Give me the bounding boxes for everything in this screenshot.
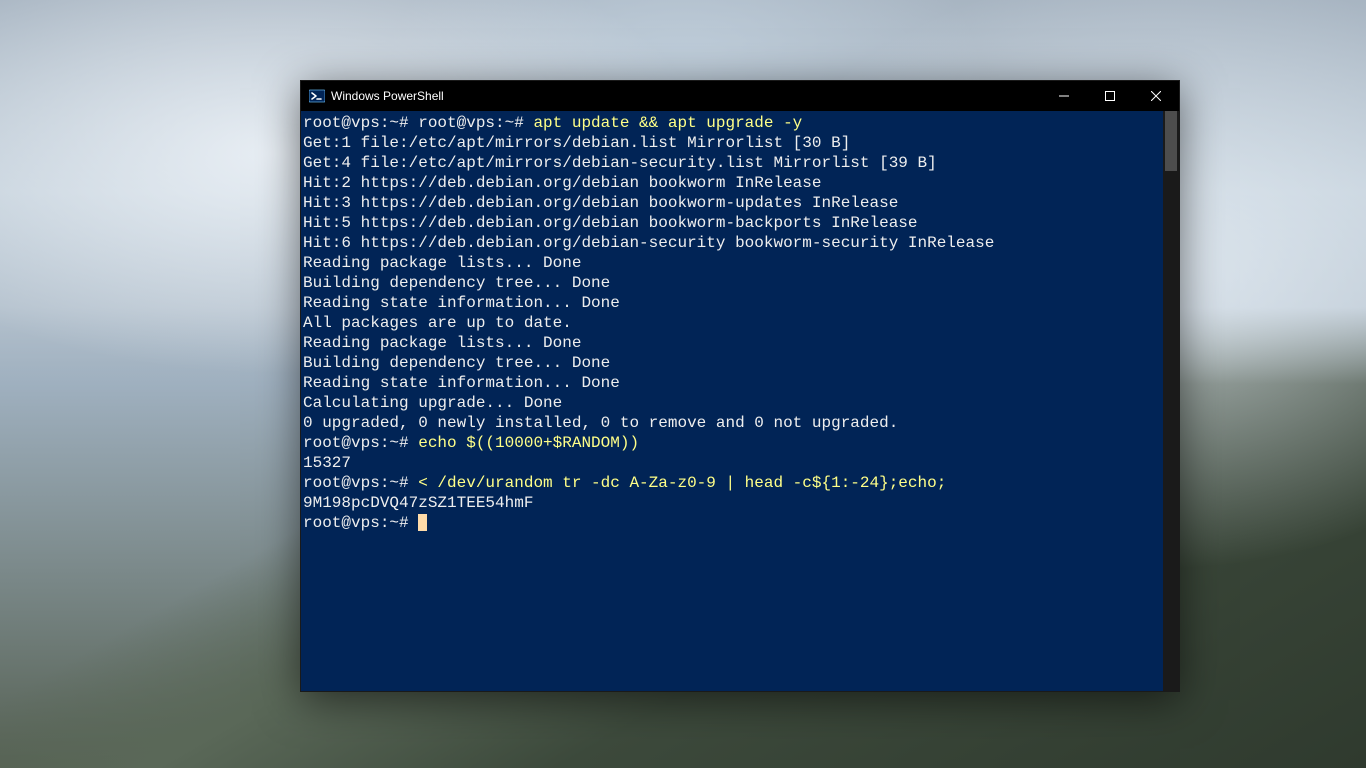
output-text: 0 upgraded, 0 newly installed, 0 to remo…: [303, 414, 898, 432]
desktop-wallpaper: Windows PowerShell root@vps:~# root@vps:…: [0, 0, 1366, 768]
maximize-button[interactable]: [1087, 81, 1133, 111]
output-text: Calculating upgrade... Done: [303, 394, 562, 412]
output-text: Reading state information... Done: [303, 374, 620, 392]
terminal-content[interactable]: root@vps:~# root@vps:~# apt update && ap…: [301, 111, 1163, 691]
terminal-line: All packages are up to date.: [303, 313, 1161, 333]
output-text: 9M198pcDVQ47zSZ1TEE54hmF: [303, 494, 533, 512]
command-text: apt update && apt upgrade -y: [533, 114, 802, 132]
terminal-line: Reading state information... Done: [303, 293, 1161, 313]
terminal-line: 9M198pcDVQ47zSZ1TEE54hmF: [303, 493, 1161, 513]
scrollbar-thumb[interactable]: [1165, 111, 1177, 171]
terminal-line: Reading package lists... Done: [303, 333, 1161, 353]
output-text: Building dependency tree... Done: [303, 274, 610, 292]
terminal-line: 0 upgraded, 0 newly installed, 0 to remo…: [303, 413, 1161, 433]
terminal-line: Get:1 file:/etc/apt/mirrors/debian.list …: [303, 133, 1161, 153]
terminal-line: Building dependency tree... Done: [303, 273, 1161, 293]
terminal-line: 15327: [303, 453, 1161, 473]
shell-prompt: root@vps:~#: [303, 474, 418, 492]
minimize-button[interactable]: [1041, 81, 1087, 111]
terminal-line: root@vps:~# root@vps:~# apt update && ap…: [303, 113, 1161, 133]
terminal-line: root@vps:~# < /dev/urandom tr -dc A-Za-z…: [303, 473, 1161, 493]
command-text: echo $((10000+$RANDOM)): [418, 434, 639, 452]
terminal-line: Building dependency tree... Done: [303, 353, 1161, 373]
powershell-window: Windows PowerShell root@vps:~# root@vps:…: [300, 80, 1180, 692]
terminal-line: Reading state information... Done: [303, 373, 1161, 393]
output-text: Reading state information... Done: [303, 294, 620, 312]
output-text: Hit:2 https://deb.debian.org/debian book…: [303, 174, 821, 192]
terminal-line: root@vps:~# echo $((10000+$RANDOM)): [303, 433, 1161, 453]
output-text: Building dependency tree... Done: [303, 354, 610, 372]
terminal-line: Hit:2 https://deb.debian.org/debian book…: [303, 173, 1161, 193]
output-text: Reading package lists... Done: [303, 254, 581, 272]
window-controls: [1041, 81, 1179, 111]
command-text: < /dev/urandom tr -dc A-Za-z0-9 | head -…: [418, 474, 946, 492]
shell-prompt: root@vps:~# root@vps:~#: [303, 114, 533, 132]
cursor-icon: [418, 514, 427, 531]
window-titlebar[interactable]: Windows PowerShell: [301, 81, 1179, 111]
output-text: Get:1 file:/etc/apt/mirrors/debian.list …: [303, 134, 850, 152]
output-text: Hit:3 https://deb.debian.org/debian book…: [303, 194, 898, 212]
terminal-body[interactable]: root@vps:~# root@vps:~# apt update && ap…: [301, 111, 1179, 691]
shell-prompt: root@vps:~#: [303, 514, 418, 532]
output-text: Hit:5 https://deb.debian.org/debian book…: [303, 214, 918, 232]
terminal-line: Reading package lists... Done: [303, 253, 1161, 273]
output-text: All packages are up to date.: [303, 314, 572, 332]
terminal-line: Hit:3 https://deb.debian.org/debian book…: [303, 193, 1161, 213]
output-text: 15327: [303, 454, 351, 472]
window-title: Windows PowerShell: [331, 89, 444, 103]
terminal-line: Calculating upgrade... Done: [303, 393, 1161, 413]
output-text: Reading package lists... Done: [303, 334, 581, 352]
terminal-line: Get:4 file:/etc/apt/mirrors/debian-secur…: [303, 153, 1161, 173]
output-text: Get:4 file:/etc/apt/mirrors/debian-secur…: [303, 154, 937, 172]
scrollbar-track[interactable]: [1163, 111, 1179, 691]
close-button[interactable]: [1133, 81, 1179, 111]
output-text: Hit:6 https://deb.debian.org/debian-secu…: [303, 234, 994, 252]
terminal-line: root@vps:~#: [303, 513, 1161, 533]
shell-prompt: root@vps:~#: [303, 434, 418, 452]
terminal-line: Hit:5 https://deb.debian.org/debian book…: [303, 213, 1161, 233]
powershell-icon: [309, 88, 325, 104]
terminal-line: Hit:6 https://deb.debian.org/debian-secu…: [303, 233, 1161, 253]
